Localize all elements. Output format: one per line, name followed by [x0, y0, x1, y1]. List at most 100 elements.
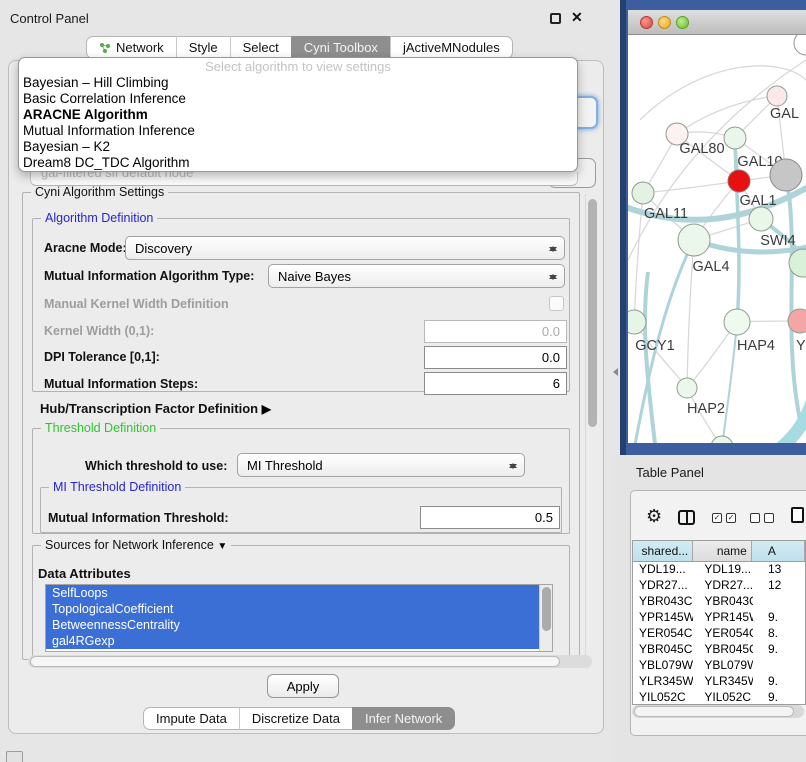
- aracne-mode-combo[interactable]: Discovery: [125, 236, 565, 260]
- manual-kernel-label: Manual Kernel Width Definition: [44, 297, 229, 311]
- tab-label: Style: [189, 40, 218, 55]
- mi-steps-input[interactable]: [424, 372, 567, 395]
- scrollbar-thumb[interactable]: [30, 656, 560, 667]
- tab-style[interactable]: Style: [176, 36, 230, 59]
- tab-discretize-data[interactable]: Discretize Data: [239, 707, 352, 730]
- gear-icon[interactable]: ⚙: [646, 506, 662, 527]
- table-row[interactable]: YIL052CYIL052C9.: [633, 690, 805, 705]
- network-node[interactable]: [724, 309, 750, 335]
- float-window-icon[interactable]: [550, 13, 561, 24]
- tab-jactivemnodules[interactable]: jActiveMNodules: [390, 36, 513, 59]
- collapse-arrow-icon[interactable]: ▼: [217, 541, 227, 552]
- table-cell: 9.: [753, 642, 805, 658]
- table-cell: YIL052C: [633, 690, 693, 705]
- table-row[interactable]: YER054CYER054C8.: [633, 626, 805, 642]
- network-node[interactable]: [632, 182, 654, 204]
- network-node[interactable]: [728, 170, 750, 192]
- manual-kernel-checkbox[interactable]: [549, 296, 564, 311]
- table-horizontal-scrollbar[interactable]: [632, 705, 804, 718]
- column-header[interactable]: name: [693, 541, 752, 561]
- table-row[interactable]: YDR27...YDR27...12: [633, 578, 805, 594]
- split-pane-handle[interactable]: [609, 368, 618, 376]
- dropdown-option[interactable]: Dream8 DC_TDC Algorithm: [19, 155, 577, 171]
- control-panel-title: Control Panel: [10, 11, 89, 26]
- network-node-label: GCY1: [635, 338, 675, 354]
- aracne-mode-label: Aracne Mode:: [44, 241, 127, 255]
- minimize-traffic-light[interactable]: [658, 16, 671, 29]
- network-window-titlebar[interactable]: [628, 10, 806, 35]
- network-node[interactable]: [678, 224, 710, 256]
- show-columns-icon[interactable]: ✓ ✓: [712, 513, 736, 523]
- tab-cyni-toolbox[interactable]: Cyni Toolbox: [291, 36, 390, 59]
- tab-label: Cyni Toolbox: [304, 40, 378, 55]
- list-item-selected[interactable]: gal4RGexp: [46, 633, 540, 649]
- close-icon[interactable]: ✕: [571, 9, 583, 26]
- expand-arrow-icon[interactable]: ▶: [262, 402, 271, 416]
- scrollbar-thumb[interactable]: [542, 587, 551, 631]
- mi-type-combo[interactable]: Naive Bayes: [268, 264, 565, 288]
- column-header[interactable]: shared...: [633, 541, 693, 561]
- network-node[interactable]: [749, 207, 773, 231]
- tab-label: Impute Data: [156, 711, 227, 726]
- dropdown-option[interactable]: Bayesian – Hill Climbing: [19, 75, 577, 91]
- hide-columns-icon[interactable]: [750, 513, 774, 523]
- scrollbar-thumb[interactable]: [588, 199, 597, 427]
- checked-box-icon: ✓: [726, 513, 736, 523]
- background-combo-fragment[interactable]: gal-filtered sif default node: [30, 172, 578, 186]
- table-row[interactable]: YBR045CYBR045C9.: [633, 642, 805, 658]
- tab-network[interactable]: Network: [86, 36, 176, 59]
- table-cell: YDL19...: [633, 562, 693, 578]
- column-layout-icon[interactable]: [678, 510, 695, 525]
- tab-label: Infer Network: [365, 711, 442, 726]
- table-cell: YLR345W: [633, 674, 693, 690]
- table-cell: YER054C: [633, 626, 693, 642]
- tab-select[interactable]: Select: [230, 36, 291, 59]
- kernel-width-input[interactable]: [424, 320, 567, 343]
- table-row[interactable]: YBR043CYBR043C: [633, 594, 805, 610]
- dropdown-option-selected[interactable]: ARACNE Algorithm: [19, 107, 577, 123]
- network-node[interactable]: [794, 35, 806, 55]
- combo-arrows-icon: [509, 458, 517, 474]
- network-node[interactable]: [767, 86, 787, 106]
- which-threshold-combo[interactable]: MI Threshold: [237, 453, 525, 477]
- dropdown-option[interactable]: Basic Correlation Inference: [19, 91, 577, 107]
- dpi-tolerance-input[interactable]: [424, 346, 567, 369]
- table-row[interactable]: YPR145WYPR145W9.: [633, 610, 805, 626]
- table-cell: 9.: [753, 674, 805, 690]
- close-traffic-light[interactable]: [640, 16, 653, 29]
- list-item-selected[interactable]: BetweennessCentrality: [46, 617, 540, 633]
- network-node[interactable]: [724, 127, 746, 149]
- which-threshold-label: Which threshold to use:: [85, 459, 227, 473]
- dropdown-option[interactable]: Bayesian – K2: [19, 139, 577, 155]
- table-row[interactable]: YLR345WYLR345W9.: [633, 674, 805, 690]
- data-attributes-list[interactable]: SelfLoops TopologicalCoefficient Between…: [45, 584, 553, 652]
- algorithm-dropdown-list: Select algorithm to view settings Bayesi…: [18, 57, 578, 172]
- combo-value: Naive Bayes: [278, 269, 351, 284]
- mi-threshold-input[interactable]: [420, 506, 560, 529]
- network-node[interactable]: [677, 378, 697, 398]
- zoom-traffic-light[interactable]: [676, 16, 689, 29]
- settings-horizontal-scrollbar[interactable]: [28, 655, 592, 668]
- table-row[interactable]: YDL19...YDL19...13: [633, 562, 805, 578]
- hub-section-label[interactable]: Hub/Transcription Factor Definition ▶: [40, 401, 271, 416]
- network-canvas[interactable]: GALGAL80GAL10GAL1GAL11SWI4GAL4GCY1HAP4YH…: [628, 35, 806, 443]
- file-icon[interactable]: [791, 507, 804, 523]
- list-item-selected[interactable]: TopologicalCoefficient: [46, 601, 540, 617]
- tab-impute-data[interactable]: Impute Data: [143, 707, 239, 730]
- table-cell: YER054C: [693, 626, 753, 642]
- list-item-selected[interactable]: SelfLoops: [46, 585, 540, 601]
- table-cell: 8.: [753, 626, 805, 642]
- apply-button[interactable]: Apply: [267, 674, 339, 698]
- combo-arrows-icon: [549, 269, 557, 285]
- bottom-corner-widget[interactable]: [6, 751, 23, 762]
- settings-scrollbar[interactable]: [585, 194, 598, 658]
- scrollbar-thumb[interactable]: [634, 706, 794, 717]
- column-header[interactable]: A: [752, 541, 805, 561]
- tab-infer-network[interactable]: Infer Network: [352, 707, 455, 730]
- dropdown-option[interactable]: Mutual Information Inference: [19, 123, 577, 139]
- list-scrollbar[interactable]: [539, 585, 552, 651]
- table-row[interactable]: YBL079WYBL079W: [633, 658, 805, 674]
- unchecked-box-icon: [764, 513, 774, 523]
- network-node[interactable]: [711, 436, 733, 443]
- network-node[interactable]: [770, 159, 802, 191]
